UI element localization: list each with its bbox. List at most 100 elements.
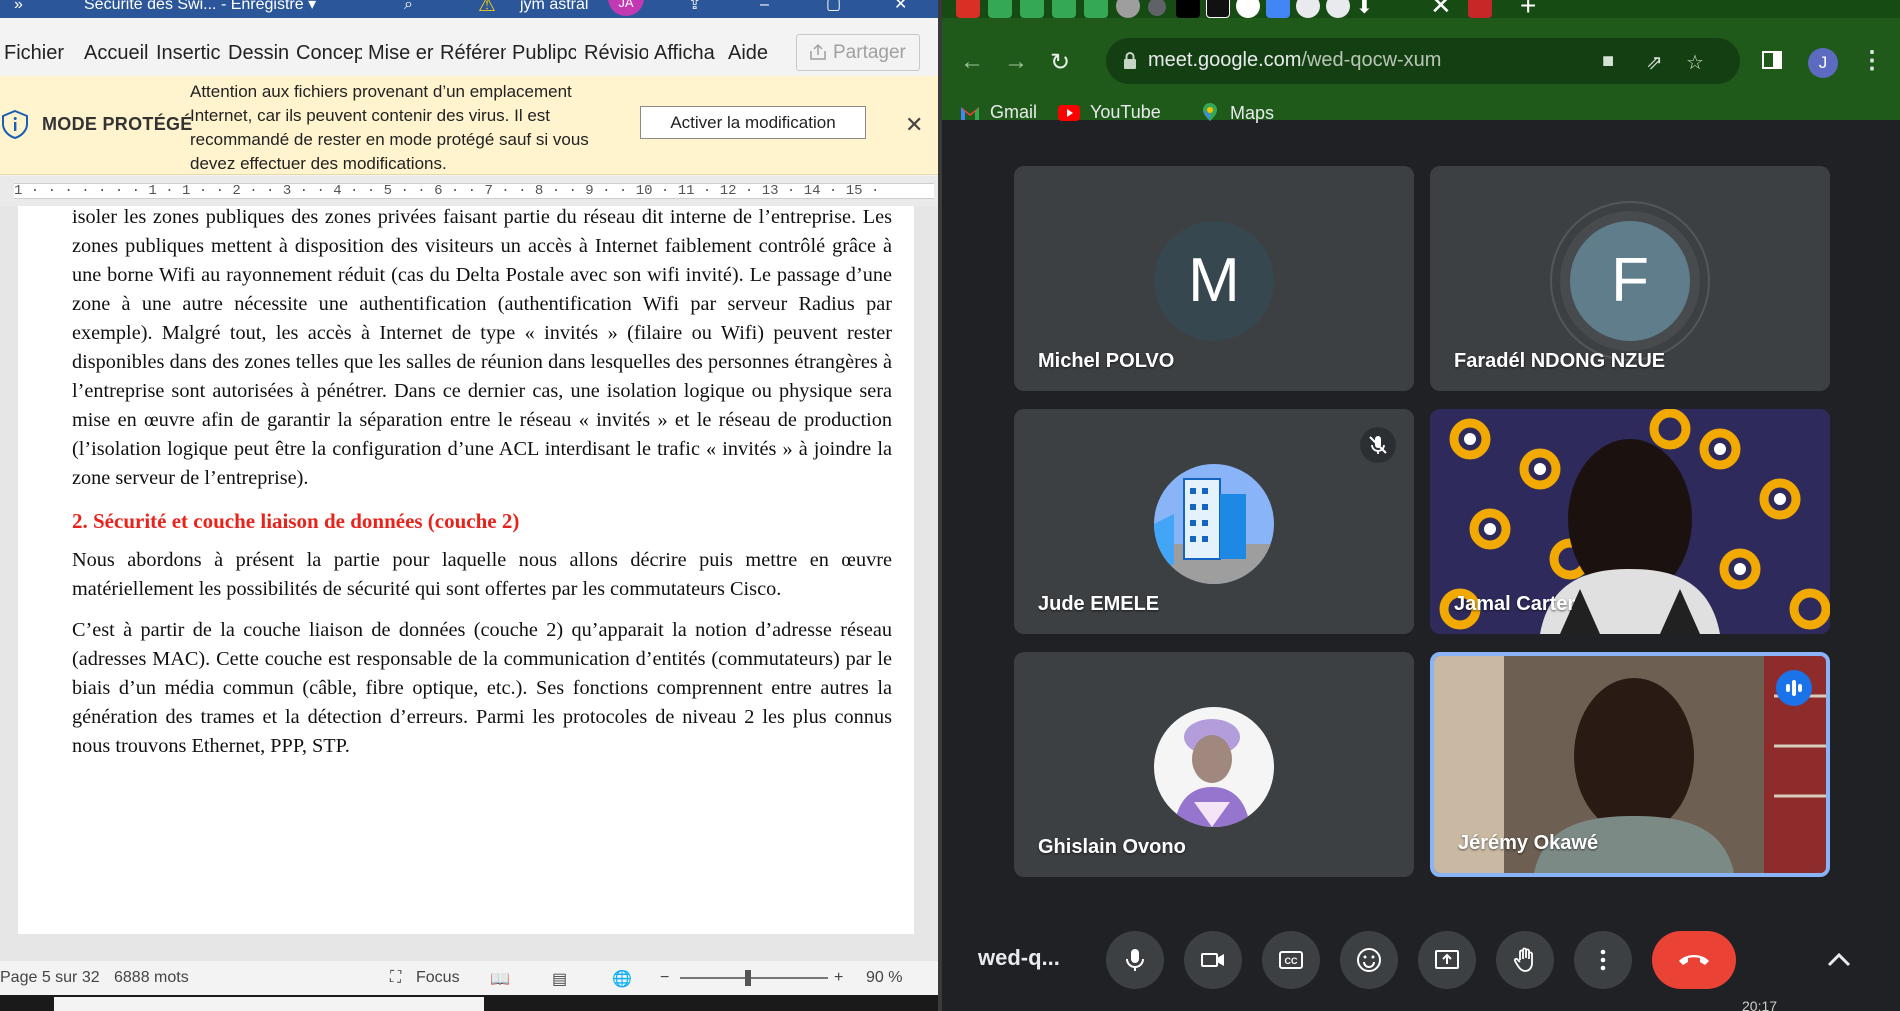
chrome-window: ⬇ ✕ + ← → ↻ meet.google.com/wed-qocw-xum… [942,0,1900,1011]
microphone-button[interactable] [1106,931,1164,989]
gmail-icon [961,107,979,120]
present-button[interactable] [1418,931,1476,989]
reload-icon[interactable]: ↻ [1050,48,1070,77]
participant-name: Ghislain Ovono [1038,836,1186,858]
participant-avatar: F [1570,221,1690,341]
zoom-slider[interactable] [680,977,828,979]
lock-icon[interactable] [1122,51,1138,71]
tab-favicon[interactable] [1116,0,1140,18]
share-page-icon[interactable]: ⇗ [1646,50,1663,75]
building-image [1154,464,1274,584]
read-mode-icon[interactable]: 📖 [490,969,510,989]
document-title[interactable]: Sécurité des Swi... - Enregistré ▾ [84,0,316,13]
camera-button[interactable] [1184,931,1242,989]
url-text[interactable]: meet.google.com/wed-qocw-xum [1148,49,1441,72]
back-icon[interactable]: ← [960,48,984,76]
word-count[interactable]: 6888 mots [114,969,189,987]
tab-favicon[interactable] [956,0,980,18]
present-screen-icon [1435,950,1459,969]
search-icon[interactable]: ⌕ [404,0,413,13]
web-layout-icon[interactable]: 🌐 [612,969,632,989]
captions-button[interactable]: CC [1262,931,1320,989]
document-area: isoler les zones publiques des zones pri… [0,206,940,961]
tab-favicon[interactable] [1206,0,1230,18]
status-bar: Page 5 sur 32 6888 mots ⛶ Focus 📖 ▤ 🌐 − … [0,961,940,995]
participant-tile[interactable]: F Faradél NDONG NZUE [1430,166,1830,391]
tab-publipostage[interactable]: Publipc [512,42,576,65]
quick-access-icon[interactable]: » [14,0,23,13]
bookmark-gmail[interactable]: Gmail [960,102,1037,123]
participant-photo [1154,707,1274,827]
leave-call-button[interactable] [1652,931,1736,989]
participant-tile[interactable]: Jude EMELE [1014,409,1414,634]
profile-avatar[interactable]: J [1808,48,1838,78]
tab-favicon[interactable] [1176,0,1200,18]
hand-icon [1513,947,1533,972]
page-count[interactable]: Page 5 sur 32 [0,969,100,987]
tab-favicon[interactable] [1052,0,1076,18]
camera-icon[interactable]: ■ [1602,50,1614,73]
bookmark-star-icon[interactable]: ☆ [1686,50,1704,75]
download-icon[interactable]: ⬇ [1356,0,1380,18]
print-layout-icon[interactable]: ▤ [552,969,567,989]
close-icon[interactable]: ✕ [905,112,923,138]
tab-insertion[interactable]: Insertic [156,42,220,65]
participant-tile-active[interactable]: Jérémy Okawé [1430,652,1830,877]
tab-conception[interactable]: Concep [296,42,362,65]
tab-favicon[interactable] [1266,0,1290,18]
tab-favicon[interactable] [1148,0,1166,16]
zoom-in-icon[interactable]: + [834,969,843,987]
google-icon[interactable] [1236,0,1260,18]
focus-icon[interactable]: ⛶ [390,969,401,987]
participant-tile[interactable]: Ghislain Ovono [1014,652,1414,877]
zoom-slider-thumb[interactable] [745,970,751,986]
ribbon-display-icon[interactable]: ⇪ [688,0,701,13]
forward-icon[interactable]: → [1004,48,1028,76]
zoom-level[interactable]: 90 % [866,969,902,987]
paragraph: C’est à partir de la couche liaison de d… [72,619,892,757]
more-menu-icon[interactable]: ⋮ [1860,46,1884,75]
zoom-out-icon[interactable]: − [660,969,669,987]
participant-tile[interactable]: Jamal Carter [1430,409,1830,634]
user-avatar[interactable]: JA [608,0,644,16]
tab-favicon[interactable] [1020,0,1044,18]
tab-aide[interactable]: Aide [728,42,778,65]
bookmark-youtube[interactable]: YouTube [1058,102,1161,123]
chevron-up-icon[interactable] [1822,943,1856,977]
tab-mise-en-page[interactable]: Mise er [368,42,434,65]
tab-favicon[interactable] [1468,0,1492,18]
bookmark-maps[interactable]: Maps [1200,102,1274,124]
document-page[interactable]: isoler les zones publiques des zones pri… [18,206,914,934]
enable-editing-button[interactable]: Activer la modification [640,106,866,139]
raise-hand-button[interactable] [1496,931,1554,989]
share-button[interactable]: Partager [796,34,920,71]
maximize-icon[interactable]: ▢ [826,0,841,13]
more-options-button[interactable] [1574,931,1632,989]
tab-revision[interactable]: Révisio [584,42,648,65]
tab-references[interactable]: Référen [440,42,506,65]
tab-favicon[interactable] [988,0,1012,18]
tab-favicon[interactable] [1326,0,1350,18]
tab-affichage[interactable]: Afficha [654,42,718,65]
protected-view-title: MODE PROTÉGÉ [42,114,193,134]
taskbar-search[interactable] [54,997,484,1011]
protected-view-bar: MODE PROTÉGÉ Attention aux fichiers prov… [0,76,940,175]
document-body[interactable]: isoler les zones publiques des zones pri… [72,206,892,761]
meeting-code[interactable]: wed-q... [978,945,1060,971]
audio-level-icon [1786,680,1802,696]
minimize-icon[interactable]: – [760,0,769,13]
tab-dessin[interactable]: Dessin [228,42,290,65]
emoji-icon [1357,948,1381,972]
side-panel-icon[interactable] [1762,50,1782,70]
taskbar-clock[interactable]: 20:17 [1742,998,1777,1011]
address-bar[interactable]: meet.google.com/wed-qocw-xum ■ ⇗ ☆ [1106,38,1740,84]
tab-favicon[interactable] [1084,0,1108,18]
participant-tile[interactable]: M Michel POLVO [1014,166,1414,391]
close-icon[interactable]: ✕ [894,0,907,13]
tab-accueil[interactable]: Accueil [84,42,148,65]
tab-favicon[interactable] [1296,0,1320,18]
reactions-button[interactable] [1340,931,1398,989]
tab-fichier[interactable]: Fichier [4,42,64,65]
focus-label[interactable]: Focus [416,969,460,987]
ruler[interactable]: 1 · · · · · · · 1 · 1 · · 2 · · 3 · · 4 … [0,176,940,206]
